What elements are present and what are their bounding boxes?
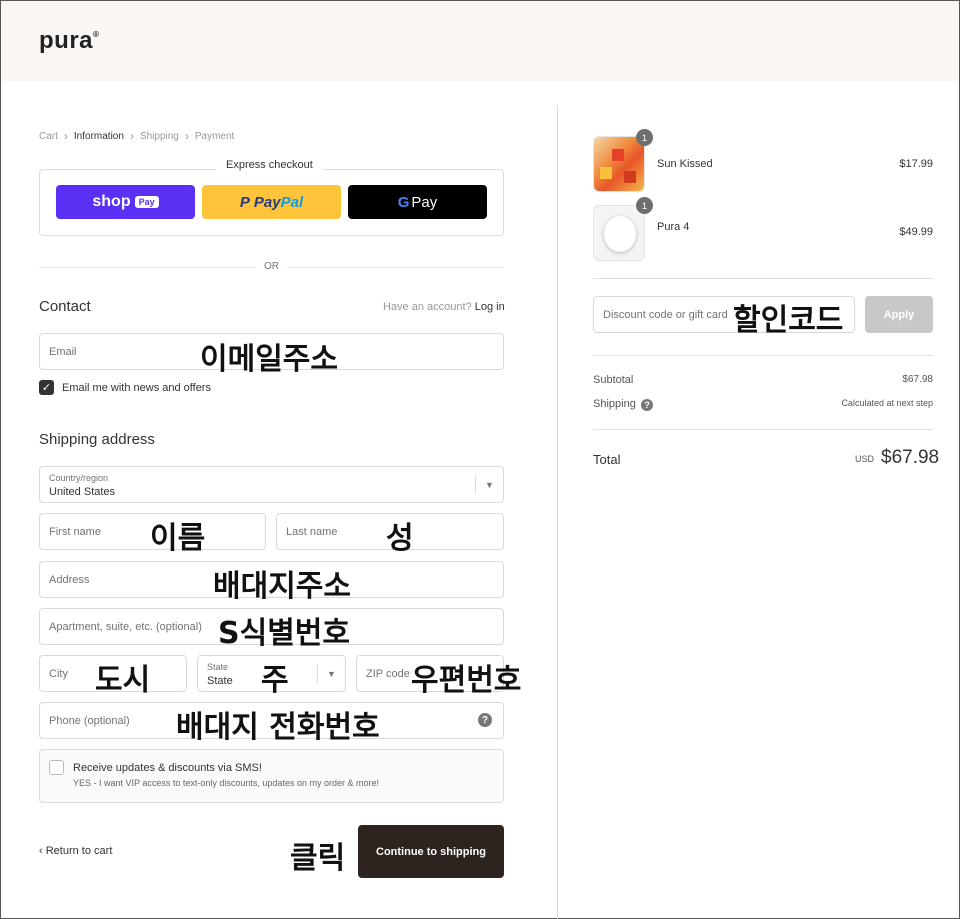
header-bar: pura® xyxy=(1,1,959,81)
sms-subtitle: YES - I want VIP access to text-only dis… xyxy=(73,778,379,788)
chevron-down-icon: ▼ xyxy=(317,664,345,683)
shop-pay-label: shop xyxy=(92,193,131,210)
have-account-text: Have an account? Log in xyxy=(383,301,505,313)
zip-placeholder: ZIP code xyxy=(366,667,410,680)
item-name: Sun Kissed xyxy=(657,158,713,170)
country-value: United States xyxy=(49,486,116,498)
express-checkout-title: Express checkout xyxy=(216,159,323,171)
shop-pay-button[interactable]: shop Pay xyxy=(56,185,195,219)
question-icon[interactable]: ? xyxy=(478,713,492,727)
address-annotation: 배대지주소 xyxy=(213,569,351,604)
item-name: Pura 4 xyxy=(657,221,690,233)
sun-kissed-thumbnail xyxy=(593,136,645,192)
thumb-shape xyxy=(600,167,612,179)
last-name-placeholder: Last name xyxy=(286,525,338,538)
paypal-button[interactable]: P Pay Pal xyxy=(202,185,341,219)
apartment-placeholder: Apartment, suite, etc. (optional) xyxy=(49,620,202,633)
pura-logo[interactable]: pura® xyxy=(39,27,99,55)
chevron-right-icon: › xyxy=(63,129,68,143)
chevron-down-icon: ▼ xyxy=(475,475,503,494)
total-label: Total xyxy=(593,452,621,467)
country-label: Country/region xyxy=(49,473,109,483)
thumb-shape xyxy=(612,149,624,161)
subtotal-value: $67.98 xyxy=(902,374,933,385)
state-label: State xyxy=(207,662,229,672)
sms-title: Receive updates & discounts via SMS! xyxy=(73,762,262,774)
total-value: $67.98 xyxy=(881,447,940,468)
sms-optin-box xyxy=(39,749,504,803)
shipping-value: Calculated at next step xyxy=(841,398,933,408)
thumb-shape xyxy=(624,171,636,183)
google-pay-button[interactable]: G Pay xyxy=(348,185,487,219)
zip-annotation: 우편번호 xyxy=(411,663,522,698)
continue-to-shipping-button[interactable]: Continue to shipping xyxy=(358,825,504,878)
email-placeholder: Email xyxy=(49,345,77,358)
google-pay-label: Pay xyxy=(411,193,438,211)
breadcrumb-cart[interactable]: Cart xyxy=(39,131,58,142)
address-placeholder: Address xyxy=(49,573,90,586)
discount-placeholder: Discount code or gift card xyxy=(603,308,728,321)
pura-4-thumbnail xyxy=(593,205,645,261)
shop-pay-pill: Pay xyxy=(134,196,159,208)
state-value: State xyxy=(207,675,233,687)
subtotal-label: Subtotal xyxy=(593,374,634,386)
newsletter-checkbox[interactable]: ✓ xyxy=(39,380,54,395)
last-name-annotation: 성 xyxy=(386,521,414,556)
city-placeholder: City xyxy=(49,667,68,680)
logo-text: pura xyxy=(39,27,94,54)
shipping-address-heading: Shipping address xyxy=(39,431,155,448)
have-account-label: Have an account? xyxy=(383,301,472,313)
return-to-cart-link[interactable]: ‹ Return to cart xyxy=(39,845,112,857)
email-annotation: 이메일주소 xyxy=(200,342,338,377)
return-to-cart-label: Return to cart xyxy=(45,845,113,857)
apartment-annotation: S식별번호 xyxy=(218,616,351,651)
device-shape xyxy=(604,216,636,252)
sms-checkbox[interactable] xyxy=(49,760,64,775)
phone-placeholder: Phone (optional) xyxy=(49,714,130,727)
breadcrumb-payment: Payment xyxy=(194,130,235,142)
breadcrumb-information: Information xyxy=(73,130,124,142)
state-annotation: 주 xyxy=(261,663,289,698)
paypal-label-pay: Pay xyxy=(253,193,281,211)
item-qty-badge: 1 xyxy=(636,197,653,214)
chevron-right-icon: › xyxy=(129,129,134,143)
click-annotation: 클릭 xyxy=(290,841,346,876)
question-icon[interactable]: ? xyxy=(641,399,653,411)
summary-divider xyxy=(593,355,933,356)
contact-heading: Contact xyxy=(39,298,91,315)
city-annotation: 도시 xyxy=(95,663,151,698)
shipping-label: Shipping xyxy=(593,398,636,410)
phone-annotation: 배대지 전화번호 xyxy=(176,710,380,745)
breadcrumb: Cart › Information › Shipping › Payment xyxy=(39,129,234,143)
breadcrumb-shipping: Shipping xyxy=(139,130,179,142)
chevron-left-icon: ‹ xyxy=(39,845,46,857)
item-price: $49.99 xyxy=(899,226,933,238)
summary-divider xyxy=(593,429,933,430)
chevron-right-icon: › xyxy=(184,129,189,143)
first-name-annotation: 이름 xyxy=(150,521,206,556)
currency-code: USD xyxy=(855,454,875,464)
or-text: OR xyxy=(256,261,287,272)
login-link[interactable]: Log in xyxy=(475,301,505,313)
first-name-placeholder: First name xyxy=(49,525,101,538)
apply-button[interactable]: Apply xyxy=(865,296,933,333)
summary-divider xyxy=(593,278,933,279)
google-g-icon: G xyxy=(397,193,410,211)
paypal-p-icon: P xyxy=(239,193,250,211)
item-qty-badge: 1 xyxy=(636,129,653,146)
discount-annotation: 할인코드 xyxy=(733,303,844,338)
item-price: $17.99 xyxy=(899,158,933,170)
logo-mark: ® xyxy=(93,30,100,39)
country-select[interactable]: Country/region United States ▼ xyxy=(39,466,504,503)
paypal-label-pal: Pal xyxy=(280,193,304,211)
column-divider xyxy=(557,105,558,919)
newsletter-label: Email me with news and offers xyxy=(62,382,211,394)
